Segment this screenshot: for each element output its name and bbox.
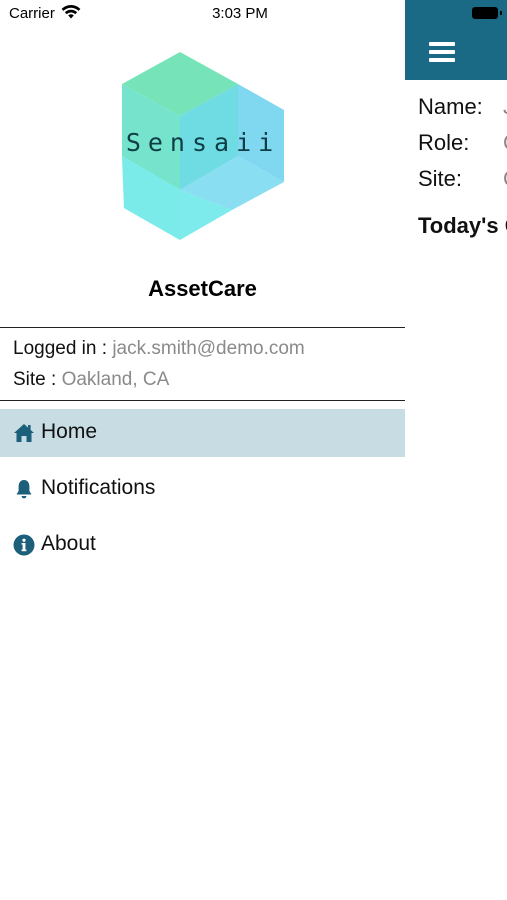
profile-site-row: Site: C — [418, 166, 507, 192]
site-line: Site : Oakland, CA — [13, 369, 169, 391]
home-icon — [14, 424, 34, 442]
navigation-drawer: Carrier 3:03 PM Sensaii AssetCare Logged… — [0, 0, 405, 900]
menu-item-notifications[interactable]: Notifications — [0, 465, 405, 513]
logged-in-line: Logged in : jack.smith@demo.com — [13, 338, 305, 360]
profile-role-row: Role: C — [418, 130, 507, 156]
app-name: AssetCare — [148, 276, 257, 301]
menu-item-home[interactable]: Home — [0, 409, 405, 457]
divider-top — [0, 327, 405, 328]
hamburger-menu-icon[interactable] — [429, 42, 455, 62]
profile-role-label: Role: — [418, 130, 470, 155]
todays-section-heading: Today's C — [418, 213, 507, 238]
bell-icon — [16, 480, 32, 499]
background-home-screen: Name: J Role: C Site: C Today's C — [405, 0, 507, 900]
screen: Name: J Role: C Site: C Today's C Carrie… — [0, 0, 507, 900]
logged-in-label: Logged in : — [13, 338, 113, 359]
site-value: Oakland, CA — [61, 369, 170, 390]
menu-item-about[interactable]: About — [0, 521, 405, 569]
profile-site-label: Site: — [418, 166, 463, 191]
profile-name-value: J — [503, 94, 507, 120]
logo-wordmark: Sensaii — [125, 128, 281, 157]
menu-label-notifications: Notifications — [41, 476, 156, 499]
profile-name-label: Name: — [418, 94, 483, 119]
status-time: 3:03 PM — [212, 5, 268, 22]
profile-site-value: C — [503, 166, 507, 192]
logged-in-email: jack.smith@demo.com — [112, 338, 305, 359]
menu-label-about: About — [41, 532, 96, 555]
divider-bottom — [0, 400, 405, 401]
menu-label-home: Home — [41, 420, 98, 443]
profile-name-row: Name: J — [418, 94, 507, 120]
info-icon — [13, 534, 35, 556]
status-bar: Carrier 3:03 PM — [0, 0, 405, 28]
profile-role-value: C — [503, 130, 507, 156]
site-label: Site : — [13, 369, 62, 390]
